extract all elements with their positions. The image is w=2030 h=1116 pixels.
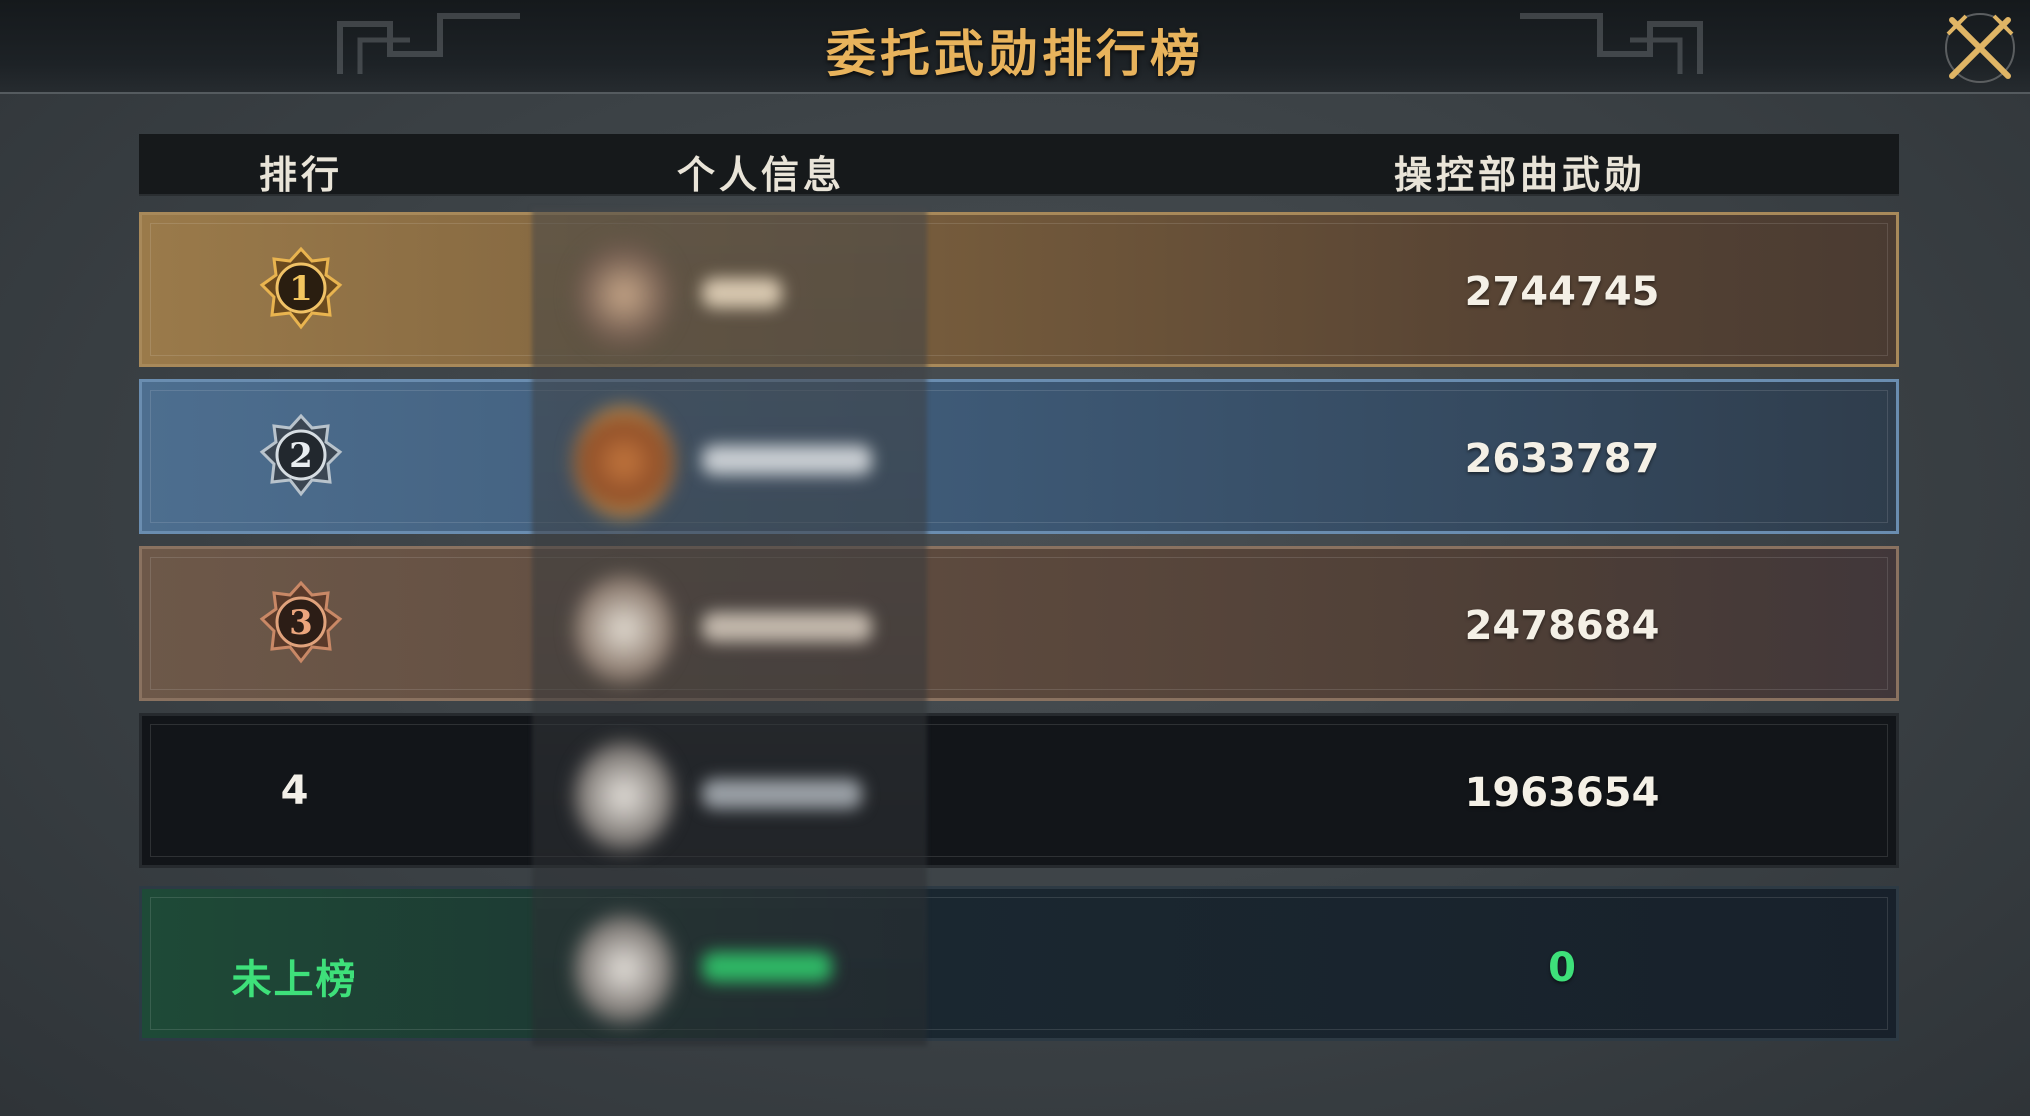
player-name-obscured <box>702 445 872 475</box>
player-info-cell[interactable] <box>532 212 927 367</box>
player-info-cell[interactable] <box>532 379 927 534</box>
score-value: 2633787 <box>1464 436 1660 482</box>
score-value: 2744745 <box>1464 269 1660 315</box>
score-value: 1963654 <box>1464 770 1660 816</box>
rank-3-medal-icon: 3 <box>259 580 343 664</box>
own-rank-row[interactable]: 未上榜 0 <box>139 886 1899 1041</box>
avatar <box>574 240 674 350</box>
title-bar: 委托武勋排行榜 <box>0 0 2030 94</box>
table-header: 排行 个人信息 操控部曲武勋 <box>139 134 1899 197</box>
table-row[interactable]: 4 1963654 <box>139 713 1899 868</box>
page-title: 委托武勋排行榜 <box>826 24 1204 83</box>
player-name-obscured <box>702 278 782 308</box>
header-personal-info: 个人信息 <box>677 152 846 197</box>
player-name-obscured <box>702 612 872 642</box>
header-score: 操控部曲武勋 <box>1394 152 1647 197</box>
table-row[interactable]: 3 2478684 <box>139 546 1899 701</box>
crossed-swords-icon <box>1946 14 2014 79</box>
score-value: 2478684 <box>1464 603 1660 649</box>
table-row[interactable]: 2 2633787 <box>139 379 1899 534</box>
rank-number: 3 <box>289 603 313 643</box>
own-score-value: 0 <box>1548 945 1576 991</box>
rank-1-medal-icon: 1 <box>259 246 343 330</box>
own-name-obscured <box>702 952 832 982</box>
player-name-obscured <box>702 779 862 809</box>
own-info-cell[interactable] <box>532 886 927 1041</box>
avatar <box>574 914 674 1024</box>
avatar <box>574 574 674 684</box>
close-button[interactable] <box>1940 8 2020 88</box>
header-rank: 排行 <box>259 152 344 197</box>
avatar <box>574 741 674 851</box>
rank-number: 1 <box>289 269 313 309</box>
rank-number: 4 <box>280 768 309 814</box>
player-info-cell[interactable] <box>532 546 927 701</box>
rank-2-medal-icon: 2 <box>259 413 343 497</box>
avatar <box>574 407 674 517</box>
unranked-label: 未上榜 <box>231 956 358 1003</box>
player-info-cell[interactable] <box>532 713 927 868</box>
table-row[interactable]: 1 2744745 <box>139 212 1899 367</box>
rank-number: 2 <box>289 436 313 476</box>
